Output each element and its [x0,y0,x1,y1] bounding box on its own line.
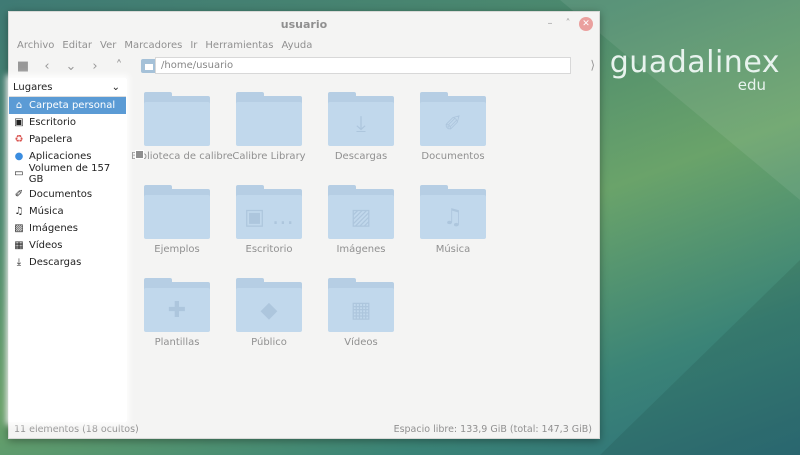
sidebar-item-trash[interactable]: ♻ Papelera [9,131,126,148]
file-label: Ejemplos [154,244,200,255]
pictures-folder-icon: ▨ [328,185,394,239]
places-header-label: Lugares [13,81,53,93]
file-item[interactable]: ♫ Música [407,185,499,255]
file-label: Vídeos [344,337,378,348]
background-shape [600,260,800,455]
desktop-logo: guadalinex edu [580,45,780,94]
file-label: Biblioteca de calibre [131,151,233,162]
music-folder-icon: ♫ [420,185,486,239]
symlink-badge-icon [135,150,144,159]
applications-icon: ● [14,151,24,162]
file-view: Biblioteca de calibre Calibre Library ⤓ … [127,79,599,421]
sidebar-item-label: Vídeos [29,240,63,251]
file-label: Escritorio [245,244,293,255]
free-space: Espacio libre: 133,9 GiB (total: 147,3 G… [393,423,592,435]
file-item[interactable]: ▣ … Escritorio [223,185,315,255]
download-folder-icon: ⤓ [328,92,394,146]
sidebar-item-label: Documentos [29,189,93,200]
sidebar-item-desktop[interactable]: ▣ Escritorio [9,114,126,131]
maximize-button[interactable]: ˄ [561,17,575,31]
file-label: Música [435,244,471,255]
chevron-down-icon: ⌄ [111,81,120,93]
places-header[interactable]: Lugares ⌄ [9,78,126,97]
sidebar-item-label: Volumen de 157 GB [28,162,111,185]
sidebar-item-music[interactable]: ♫ Música [9,203,126,220]
address-input[interactable]: /home/usuario [155,57,571,74]
sidebar-item-videos[interactable]: ▦ Vídeos [9,237,126,254]
sidebar-item-label: Música [29,206,64,217]
logo-sub-text: edu [737,76,766,94]
close-button[interactable]: ✕ [579,17,593,31]
file-item[interactable]: Ejemplos [131,185,223,255]
videos-folder-icon: ▦ [328,278,394,332]
templates-folder-icon: ✚ [144,278,210,332]
trash-icon: ♻ [14,134,24,145]
drive-icon: ▭ [14,168,24,179]
sidebar-item-volume[interactable]: ▭ Volumen de 157 GB [9,162,126,185]
file-label: Documentos [421,151,485,162]
places-toggle-icon[interactable]: ■ [13,56,33,76]
download-icon: ⤓ [16,257,22,268]
menu-herramientas[interactable]: Herramientas [205,40,273,51]
sidebar-item-downloads[interactable]: ⤓ Descargas [9,254,126,271]
sidebar-item-label: Descargas [29,257,82,268]
file-item[interactable]: ▦ Vídeos [315,278,407,348]
file-label: Plantillas [154,337,200,348]
item-count: 11 elementos (18 ocultos) [14,423,139,435]
file-item[interactable]: ⤓ Descargas [315,92,407,162]
menu-archivo[interactable]: Archivo [17,40,54,51]
menu-marcadores[interactable]: Marcadores [124,40,182,51]
sidebar-item-label: Escritorio [29,117,76,128]
documents-folder-icon: ✐ [420,92,486,146]
forward-button[interactable]: › [85,56,105,76]
menu-ver[interactable]: Ver [100,40,116,51]
desktop-folder-icon: ▣ … [236,185,302,239]
desktop-icon: ▣ [14,117,24,128]
title-bar[interactable]: usuario – ˄ ✕ [9,12,599,37]
window-title: usuario [280,18,328,31]
sidebar-item-label: Papelera [29,134,73,145]
back-button[interactable]: ‹ [37,56,57,76]
menu-editar[interactable]: Editar [62,40,92,51]
file-label: Calibre Library [232,151,306,162]
status-bar: 11 elementos (18 ocultos) Espacio libre:… [10,421,598,437]
file-item[interactable]: Biblioteca de calibre [131,92,233,162]
toolbar: ■ ‹ ⌄ › ˄ /home/usuario ⟩ [9,53,599,79]
file-item[interactable]: ✚ Plantillas [131,278,223,348]
sidebar-item-label: Imágenes [29,223,79,234]
menu-ayuda[interactable]: Ayuda [282,40,313,51]
file-item[interactable]: Calibre Library [223,92,315,162]
places-sidebar: Lugares ⌄ ⌂ Carpeta personal ▣ Escritori… [9,78,126,422]
video-icon: ▦ [14,240,24,251]
file-label: Público [251,337,287,348]
sidebar-item-home[interactable]: ⌂ Carpeta personal [9,97,126,114]
file-item[interactable]: ◆ Público [223,278,315,348]
history-dropdown-button[interactable]: ⌄ [61,56,81,76]
sidebar-item-label: Aplicaciones [29,151,92,162]
up-button[interactable]: ˄ [109,56,129,76]
minimize-button[interactable]: – [543,17,557,31]
folder-icon [144,92,210,146]
file-item[interactable]: ▨ Imágenes [315,185,407,255]
home-icon: ⌂ [15,100,23,111]
menu-ir[interactable]: Ir [190,40,197,51]
go-arrow-icon[interactable]: ⟩ [590,58,595,72]
sidebar-item-images[interactable]: ▨ Imágenes [9,220,126,237]
paperclip-icon: ✐ [14,189,24,200]
logo-main-text: guadalinex [609,45,780,80]
sidebar-item-documents[interactable]: ✐ Documentos [9,186,126,203]
folder-icon [236,92,302,146]
file-label: Descargas [334,151,388,162]
file-label: Imágenes [336,244,386,255]
folder-link-icon [144,185,210,239]
image-icon: ▨ [14,223,24,234]
menu-bar: Archivo Editar Ver Marcadores Ir Herrami… [9,37,599,53]
file-item[interactable]: ✐ Documentos [407,92,499,162]
sidebar-item-label: Carpeta personal [29,100,116,111]
music-icon: ♫ [14,206,24,217]
public-folder-icon: ◆ [236,278,302,332]
